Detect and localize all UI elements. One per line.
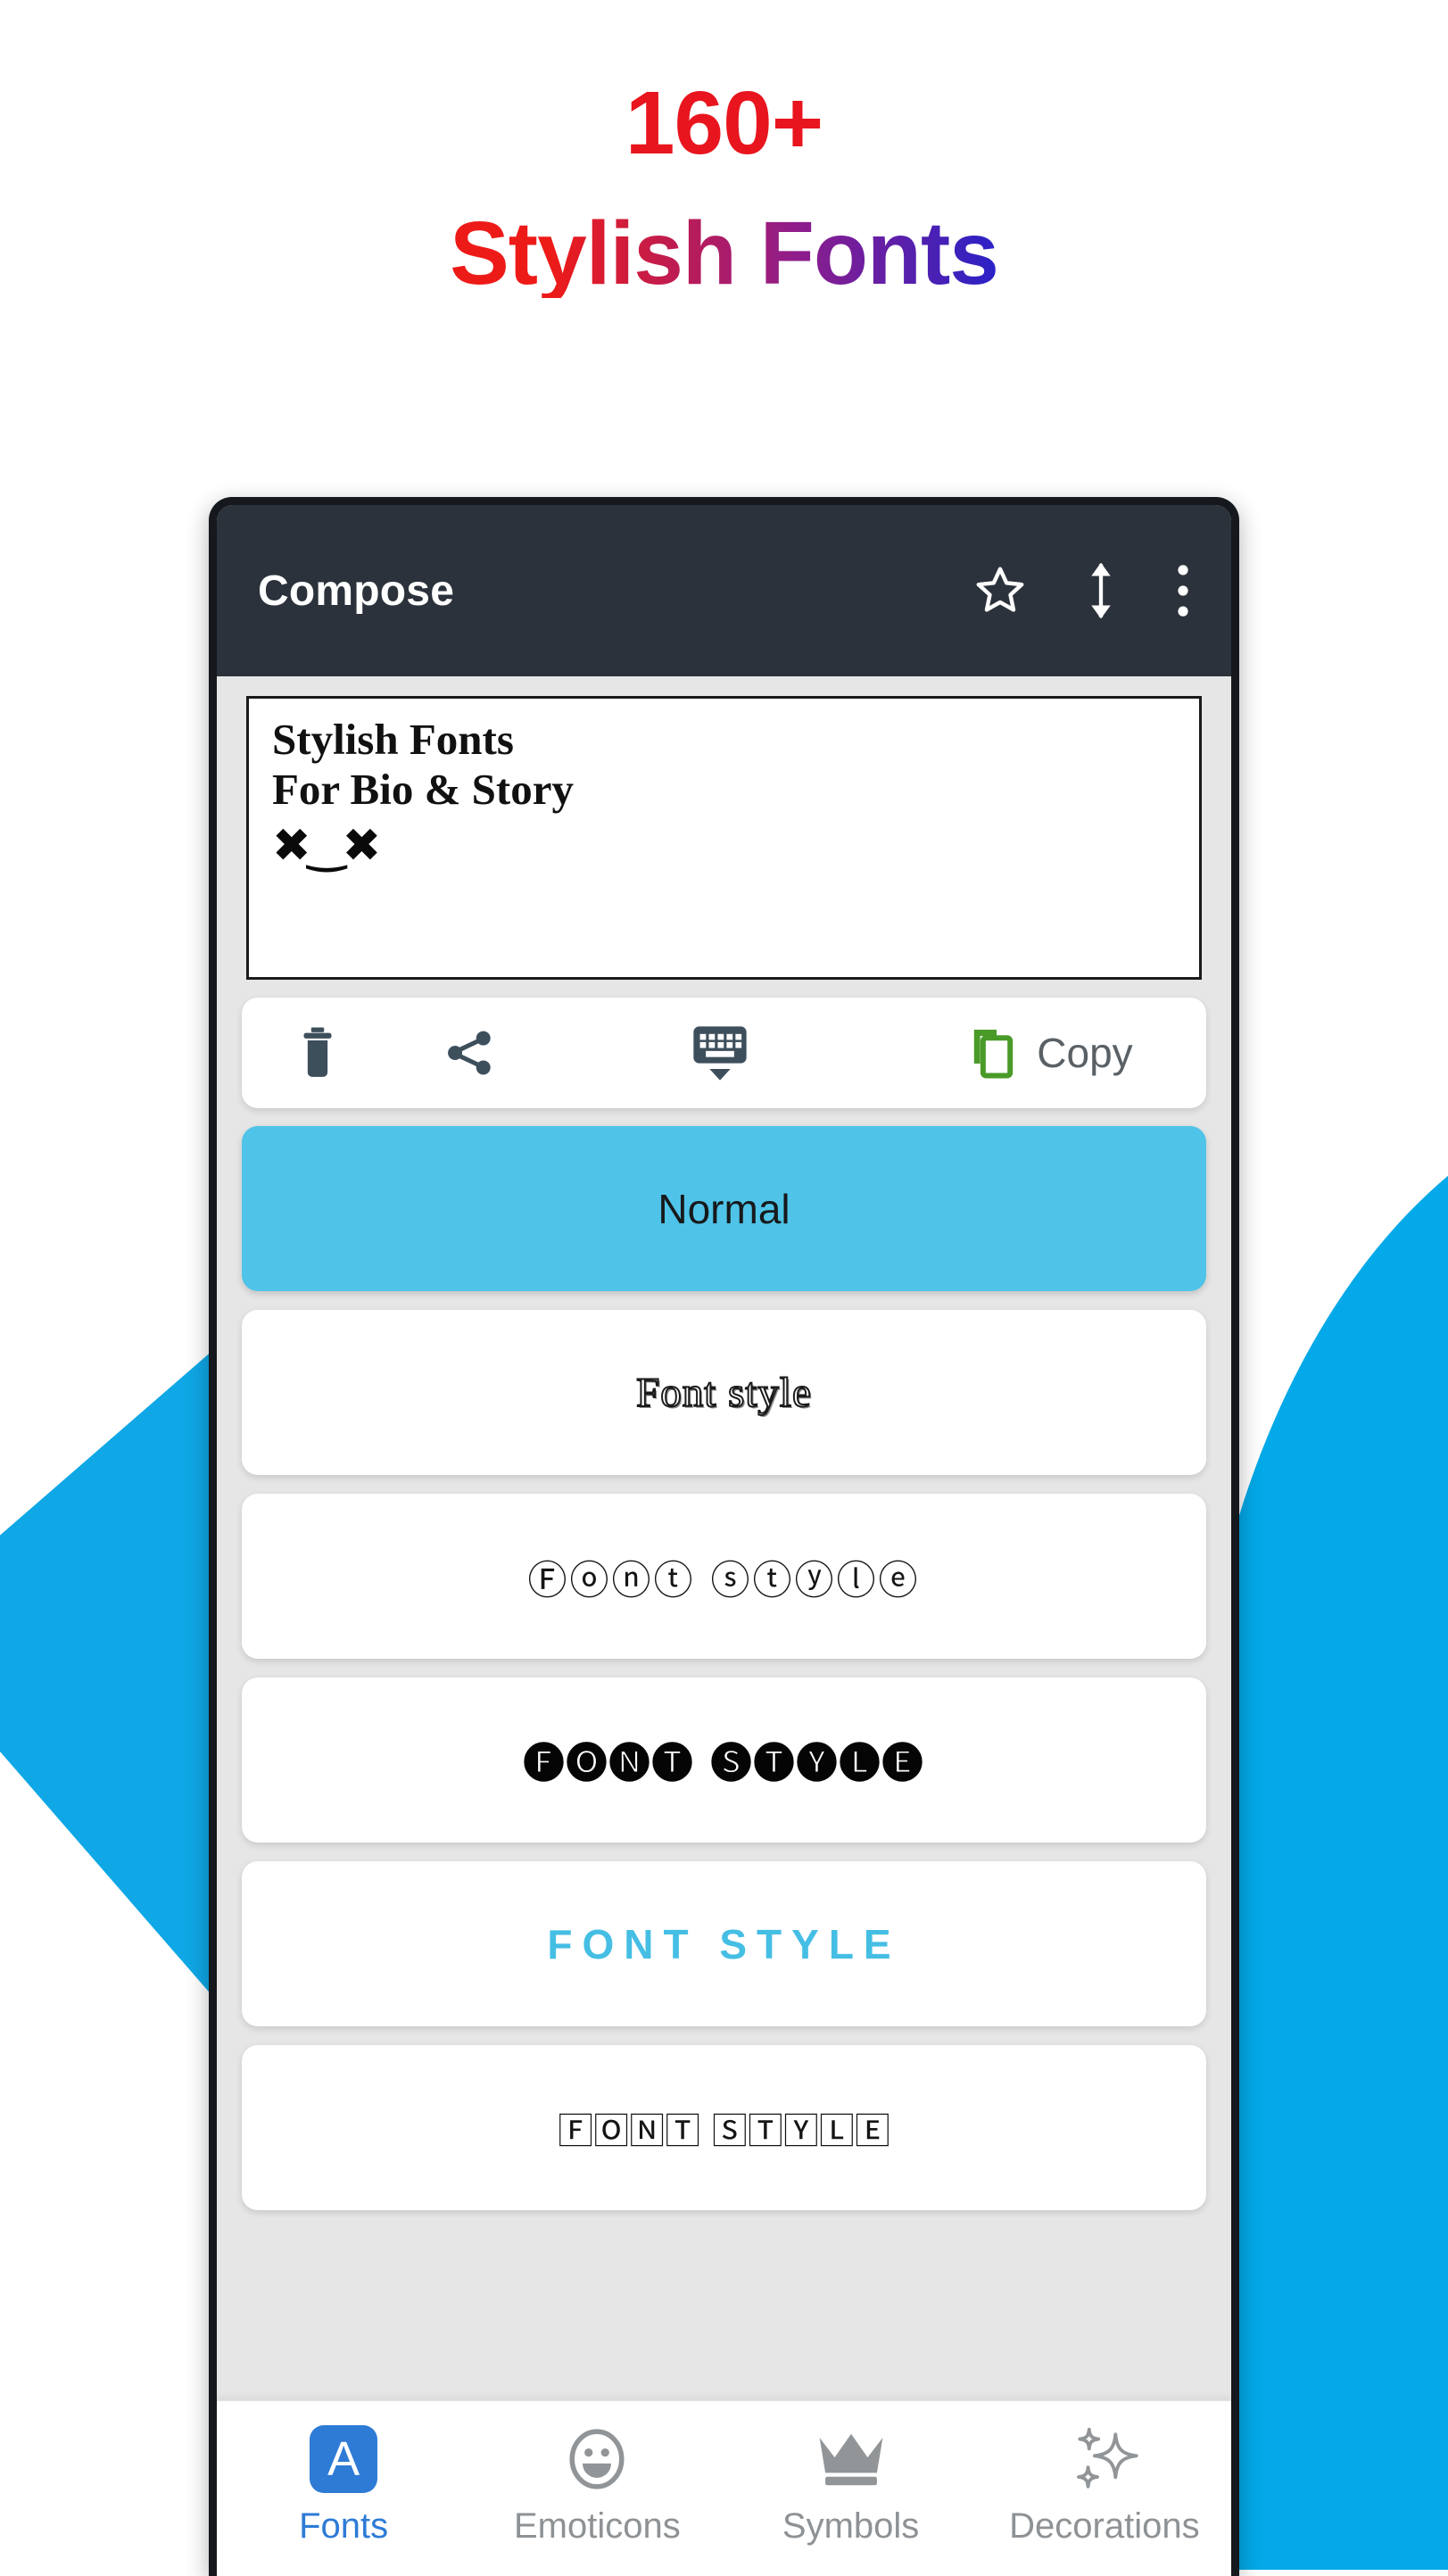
share-icon (448, 1031, 491, 1075)
font-style-item-blue-spaced[interactable]: FONT STYLE (242, 1861, 1206, 2026)
overflow-menu-button[interactable] (1174, 561, 1192, 620)
trash-icon (303, 1027, 332, 1077)
promo-headline-line1: 160+ (0, 79, 1448, 168)
font-style-label: FONT STYLE (547, 1920, 901, 1967)
font-style-label: Font style (635, 1369, 812, 1417)
nav-item-label: Symbols (782, 2506, 920, 2546)
font-style-item-negative-circled[interactable]: 🅕🅞🅝🅣 🅢🅣🅨🅛🅔 (242, 1677, 1206, 1843)
font-style-list[interactable]: Normal Font style Ⓕⓞⓝⓣ ⓢⓣⓨⓛⓔ 🅕🅞🅝🅣 🅢🅣🅨🅛🅔 … (217, 1108, 1231, 2576)
app-bar-title: Compose (258, 567, 455, 615)
promo-headline-line2: Stylish Fonts (0, 209, 1448, 298)
nav-item-label: Fonts (299, 2506, 389, 2546)
share-button[interactable] (393, 1027, 545, 1079)
font-style-item-outline[interactable]: Font style (242, 1310, 1206, 1475)
nav-item-decorations[interactable]: Decorations (978, 2424, 1231, 2547)
nav-item-emoticons[interactable]: Emoticons (470, 2424, 724, 2547)
smiley-face-icon (569, 2429, 625, 2489)
phone-screen: Compose Stylish Fonts For Bio & Story ✖‿… (217, 505, 1231, 2576)
font-a-icon-wrapper: A (310, 2424, 378, 2494)
copy-button[interactable]: Copy (894, 1025, 1206, 1081)
resize-height-button[interactable] (1081, 561, 1121, 620)
phone-mockup: Compose Stylish Fonts For Bio & Story ✖‿… (209, 497, 1239, 2576)
keyboard-hide-icon (692, 1026, 747, 1081)
compose-text-line-1: Stylish Fonts (272, 715, 514, 764)
crown-icon (819, 2433, 883, 2486)
font-style-item-circled[interactable]: Ⓕⓞⓝⓣ ⓢⓣⓨⓛⓔ (242, 1494, 1206, 1659)
font-style-item-boxed[interactable]: 🄵🄾🄽🅃 🅂🅃🅈🄻🄴 (242, 2045, 1206, 2210)
font-style-label: Normal (658, 1185, 790, 1232)
promo-headline: 160+ Stylish Fonts (0, 0, 1448, 298)
nav-item-label: Decorations (1009, 2506, 1200, 2546)
app-bar-actions (972, 561, 1192, 620)
action-toolbar: Copy (242, 998, 1206, 1108)
sparkles-icon (1077, 2427, 1138, 2489)
resize-height-icon (1091, 562, 1111, 619)
font-style-label: Ⓕⓞⓝⓣ ⓢⓣⓨⓛⓔ (527, 1557, 921, 1603)
compose-text-input[interactable]: Stylish Fonts For Bio & Story ✖‿✖ (246, 696, 1202, 980)
bottom-navigation: A Fonts Emoticons Symbols Decorations (217, 2400, 1231, 2576)
app-bar: Compose (217, 505, 1231, 676)
overflow-menu-icon (1178, 565, 1188, 617)
favorite-star-icon (976, 567, 1024, 612)
compose-text-emoticon: ✖‿✖ (272, 818, 381, 873)
compose-text-line-2: For Bio & Story (272, 764, 574, 814)
copy-icon (974, 1030, 1014, 1079)
delete-button[interactable] (242, 1025, 393, 1081)
font-style-label: 🄵🄾🄽🅃 🅂🅃🅈🄻🄴 (558, 2110, 890, 2152)
favorite-star-button[interactable] (972, 563, 1028, 618)
nav-item-fonts[interactable]: A Fonts (217, 2424, 470, 2547)
hide-keyboard-button[interactable] (545, 1021, 894, 1085)
copy-button-label: Copy (1037, 1030, 1133, 1076)
nav-item-symbols[interactable]: Symbols (724, 2424, 978, 2547)
action-toolbar-wrapper: Copy (217, 980, 1231, 1108)
font-style-label: 🅕🅞🅝🅣 🅢🅣🅨🅛🅔 (523, 1738, 925, 1787)
font-style-item-normal[interactable]: Normal (242, 1126, 1206, 1291)
font-a-icon: A (310, 2425, 378, 2493)
nav-item-label: Emoticons (514, 2506, 681, 2546)
compose-field-wrapper: Stylish Fonts For Bio & Story ✖‿✖ (217, 676, 1231, 980)
